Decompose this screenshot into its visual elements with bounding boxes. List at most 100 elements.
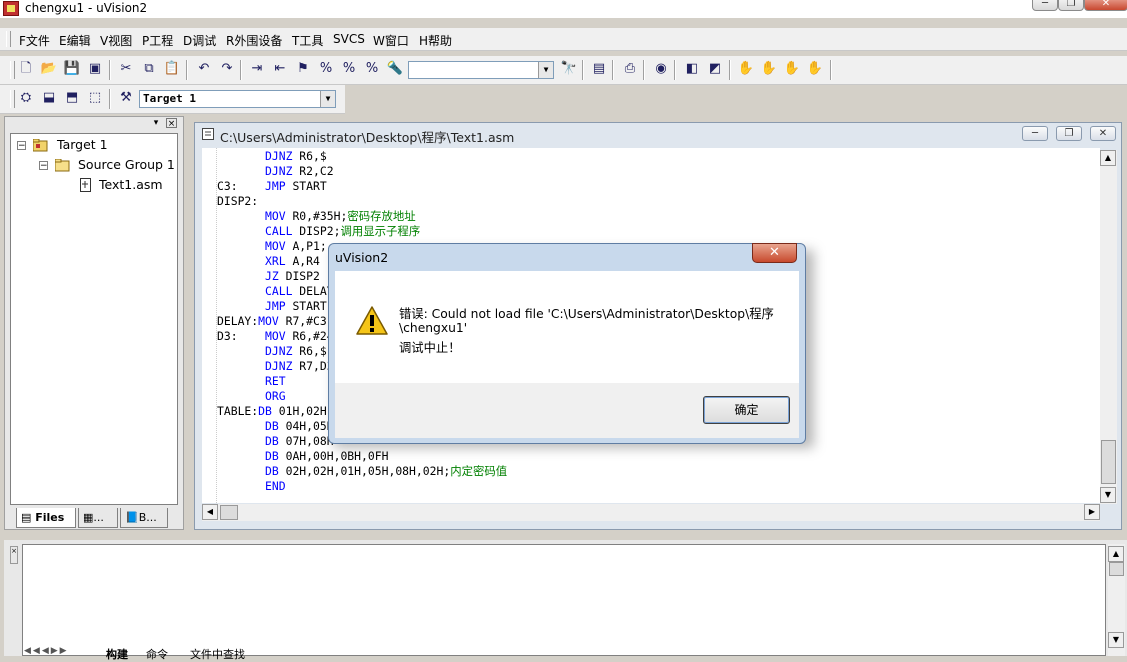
code-line[interactable]: DB 07H,08H <box>217 434 334 449</box>
tree-item-target[interactable]: Target 1 <box>57 137 108 152</box>
code-line[interactable]: ORG <box>217 389 286 404</box>
editor-vertical-scrollbar[interactable]: ▲ ▼ <box>1100 150 1117 504</box>
ok-button[interactable]: 确定 <box>703 396 790 424</box>
code-line[interactable]: DB 0AH,00H,0BH,0FH <box>217 449 388 464</box>
save-icon[interactable]: 💾 <box>63 60 81 78</box>
tab-books[interactable]: 📘B... <box>120 508 168 528</box>
unindent-icon[interactable]: ⇤ <box>271 60 289 78</box>
scroll-up-icon[interactable]: ▲ <box>1100 150 1116 166</box>
menu-peripherals[interactable]: R外围设备 <box>226 32 282 49</box>
code-line[interactable]: DB 04H,05H <box>217 419 334 434</box>
output-scroll-thumb[interactable] <box>1109 562 1124 576</box>
code-line[interactable]: MOV A,P1; <box>217 239 327 254</box>
menu-file[interactable]: F文件 <box>19 32 50 49</box>
code-line[interactable]: RET <box>217 374 286 389</box>
hscroll-thumb[interactable] <box>220 505 238 520</box>
output-tab-find-in-files[interactable]: 文件中查找 <box>190 646 245 662</box>
find-in-files-icon[interactable]: 🔦 <box>386 60 404 78</box>
output-scroll-up-icon[interactable]: ▲ <box>1108 546 1124 562</box>
rebuild-all-icon[interactable]: ⬒ <box>63 89 81 107</box>
menu-help[interactable]: H帮助 <box>419 32 452 49</box>
debug-session-icon[interactable]: ◉ <box>652 60 670 78</box>
output-vertical-scrollbar[interactable]: ▲ ▼ <box>1108 544 1125 656</box>
code-line[interactable]: JZ DISP2 <box>217 269 320 284</box>
incremental-find-icon[interactable]: ▤ <box>590 60 608 78</box>
translate-icon[interactable]: ⛭ <box>17 89 35 107</box>
paste-icon[interactable]: 📋 <box>163 60 181 78</box>
dialog-close-button[interactable]: ✕ <box>752 243 797 263</box>
panel-close-icon[interactable]: × <box>166 118 177 129</box>
code-line[interactable]: END <box>217 479 286 494</box>
code-line[interactable]: TABLE:DB 01H,02H <box>217 404 327 419</box>
scroll-down-icon[interactable]: ▼ <box>1100 487 1116 503</box>
menu-window[interactable]: W窗口 <box>373 32 409 49</box>
editor-close-button[interactable]: ✕ <box>1090 126 1116 141</box>
save-all-icon[interactable]: ▣ <box>86 60 104 78</box>
code-line[interactable]: DJNZ R2,C2 <box>217 164 334 179</box>
output-tab-command[interactable]: 命令 <box>146 646 168 662</box>
target-dropdown-icon[interactable]: ▼ <box>320 91 335 107</box>
new-file-icon[interactable]: 🗋 <box>17 60 35 78</box>
code-line[interactable]: DISP2: <box>217 194 258 209</box>
output-tab-nav-icons[interactable]: ◀◀◀▶▶ <box>24 646 69 656</box>
code-line[interactable]: CALL DELAY <box>217 284 334 299</box>
target-options-icon[interactable]: ⚒ <box>117 89 135 107</box>
tree-item-source-group[interactable]: Source Group 1 <box>78 157 175 172</box>
tab-files[interactable]: ▤ Files <box>16 508 76 528</box>
menubar-grip[interactable] <box>6 31 11 47</box>
code-line[interactable]: MOV R0,#35H;密码存放地址 <box>217 209 416 224</box>
menu-svcs[interactable]: SVCS <box>333 32 365 46</box>
find-binoculars-icon[interactable]: 🔭 <box>560 60 578 78</box>
code-line[interactable]: D3: MOV R6,#24 <box>217 329 334 344</box>
open-file-icon[interactable]: 📂 <box>40 60 58 78</box>
target-select[interactable]: Target 1 ▼ <box>139 90 336 108</box>
bookmark-toggle-icon[interactable]: ⚑ <box>294 60 312 78</box>
bookmark-next-icon[interactable]: % <box>317 60 335 78</box>
code-line[interactable]: CALL DISP2;调用显示子程序 <box>217 224 420 239</box>
cut-icon[interactable]: ✂ <box>117 60 135 78</box>
bookmark-prev-icon[interactable]: % <box>340 60 358 78</box>
code-line[interactable]: DJNZ R6,$ <box>217 149 327 164</box>
scroll-right-icon[interactable]: ▶ <box>1084 504 1100 520</box>
hand-step-icon[interactable]: ✋ <box>783 60 801 78</box>
menu-edit[interactable]: E编辑 <box>59 32 91 49</box>
hand-stop-icon[interactable]: ✋ <box>760 60 778 78</box>
redo-icon[interactable]: ↷ <box>218 60 236 78</box>
stop-build-icon[interactable]: ⬚ <box>86 89 104 107</box>
minimize-button[interactable]: ─ <box>1032 0 1058 11</box>
group-collapse-icon[interactable]: − <box>39 161 48 171</box>
tree-item-file[interactable]: Text1.asm <box>99 177 163 192</box>
code-line[interactable]: JMP START <box>217 299 327 314</box>
project-tree[interactable]: − Target 1 − Source Group 1 Text1.asm <box>10 133 178 505</box>
toolbar-grip[interactable] <box>10 61 15 79</box>
code-line[interactable]: XRL A,R4 <box>217 254 320 269</box>
hand-all-icon[interactable]: ✋ <box>806 60 824 78</box>
find-dropdown-icon[interactable]: ▼ <box>538 62 553 78</box>
window-tile-icon[interactable]: ◧ <box>683 60 701 78</box>
menu-tools[interactable]: T工具 <box>292 32 323 49</box>
menu-project[interactable]: P工程 <box>142 32 173 49</box>
close-window-button[interactable]: ✕ <box>1084 0 1127 11</box>
toolbar-grip[interactable] <box>10 90 15 108</box>
output-text-area[interactable] <box>22 544 1106 656</box>
find-combo[interactable]: ▼ <box>408 61 554 79</box>
output-tab-build[interactable]: 构建 <box>106 646 128 662</box>
output-panel-close-icon[interactable]: × <box>10 546 18 564</box>
editor-minimize-button[interactable]: ─ <box>1022 126 1048 141</box>
menu-view[interactable]: V视图 <box>100 32 132 49</box>
code-line[interactable]: DJNZ R7,D3 <box>217 359 334 374</box>
target-collapse-icon[interactable]: − <box>17 141 26 151</box>
code-line[interactable]: C3: JMP START <box>217 179 327 194</box>
build-target-icon[interactable]: ⬓ <box>40 89 58 107</box>
menu-debug[interactable]: D调试 <box>183 32 216 49</box>
code-line[interactable]: DJNZ R6,$ <box>217 344 327 359</box>
bookmark-clear-icon[interactable]: % <box>363 60 381 78</box>
copy-icon[interactable]: ⧉ <box>140 60 158 78</box>
print-icon[interactable]: ⎙ <box>621 60 639 78</box>
editor-restore-button[interactable]: ❐ <box>1056 126 1082 141</box>
code-line[interactable]: DELAY:MOV R7,#C3 <box>217 314 327 329</box>
output-scroll-down-icon[interactable]: ▼ <box>1108 632 1124 648</box>
undo-icon[interactable]: ↶ <box>195 60 213 78</box>
restore-button[interactable]: ❐ <box>1058 0 1084 11</box>
uvision-app-icon[interactable] <box>3 1 19 16</box>
